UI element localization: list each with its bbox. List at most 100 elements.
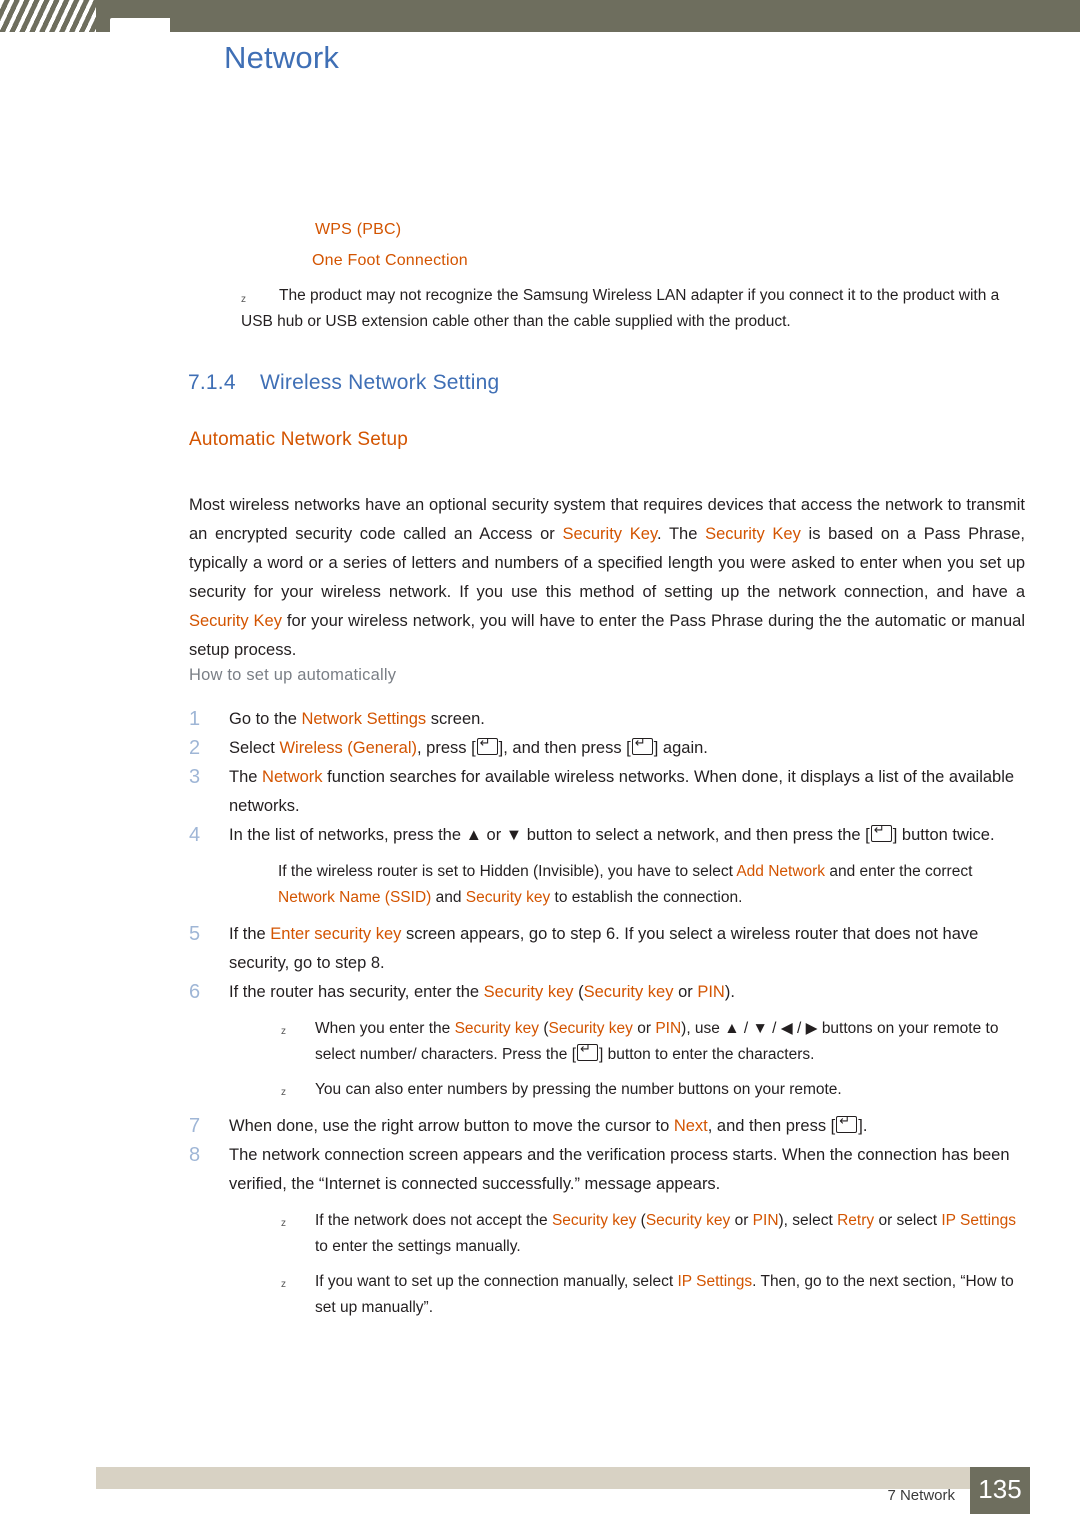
keyword-security-key-1: Security Key: [562, 524, 657, 543]
keyword-security-key-3: Security Key: [189, 611, 282, 630]
footer-page-number: 135: [978, 1474, 1022, 1504]
header-hatch-decoration: [0, 0, 96, 32]
section-heading: 7.1.4 Wireless Network Setting: [188, 371, 499, 395]
subnote-hidden-router-a: If the wireless router is set to Hidden …: [278, 863, 737, 880]
enter-key-icon: [870, 822, 892, 842]
subnote-network-reject: z If the network does not accept the Secu…: [189, 1208, 1029, 1260]
bullet-one-foot-connection: One Foot Connection: [312, 252, 468, 269]
keyword-ip-settings-2: IP Settings: [677, 1273, 753, 1290]
step-7-text-b: , and then press [: [707, 1117, 836, 1135]
bullet-wps-pbc: WPS (PBC): [315, 221, 402, 238]
step-2-text-d: ] again.: [653, 739, 708, 757]
keyword-security-key-n2: Security key: [548, 1020, 633, 1037]
note-usb-adapter: z The product may not recognize the Sams…: [241, 283, 1021, 335]
step-3-number: 3: [189, 766, 201, 788]
step-4: 4 In the list of networks, press the ▲ or…: [189, 821, 1029, 850]
enter-key-icon: [476, 735, 498, 755]
step-4-text-a: In the list of networks, press the ▲ or …: [229, 826, 870, 844]
footer-chapter-label: 7 Network: [887, 1487, 955, 1504]
subnote-6a-e: ] button to enter the characters.: [599, 1046, 815, 1063]
step-2: 2 Select Wireless (General), press [ ], an…: [189, 734, 1029, 763]
enter-key-icon: [631, 735, 653, 755]
subnote-6a-a: When you enter the: [315, 1020, 455, 1037]
step-7-text-a: When done, use the right arrow button to…: [229, 1117, 674, 1135]
keyword-security-key-ssid: Security key: [465, 889, 551, 906]
enter-key-icon: [836, 1113, 858, 1133]
keyword-add-network: Add Network: [736, 863, 826, 880]
keyword-wireless-general: Wireless (General): [279, 739, 417, 757]
step-6-text-d: ).: [724, 983, 735, 1001]
footer-rule: [96, 1467, 980, 1489]
subnote-8a-d: ), select: [778, 1212, 838, 1229]
note-usb-adapter-text: The product may not recognize the Samsun…: [241, 287, 1000, 330]
section-title: Wireless Network Setting: [260, 371, 500, 394]
keyword-pin-n1: PIN: [655, 1020, 682, 1037]
subnote-marker-icon: z: [281, 1279, 286, 1290]
step-7: 7 When done, use the right arrow button t…: [189, 1112, 1029, 1141]
step-6-text-c: or: [673, 983, 698, 1001]
step-5-number: 5: [189, 923, 201, 945]
intro-paragraph: Most wireless networks have an optional …: [189, 491, 1025, 665]
step-1-text-b: screen.: [426, 710, 485, 728]
keyword-security-key-6a: Security key: [483, 983, 574, 1001]
subnote-number-buttons: z You can also enter numbers by pressing …: [189, 1077, 1029, 1103]
keyword-next: Next: [673, 1117, 708, 1135]
subnote-hidden-router: If the wireless router is set to Hidden …: [189, 859, 1029, 911]
intro-part-2: . The: [656, 524, 706, 543]
subnote-8a-e: or select: [874, 1212, 942, 1229]
step-6-text-a: If the router has security, enter the: [229, 983, 484, 1001]
step-2-text-c: ], and then press [: [498, 739, 631, 757]
step-2-number: 2: [189, 737, 201, 759]
subnote-marker-icon: z: [281, 1218, 286, 1229]
keyword-security-key-n4: Security key: [645, 1212, 731, 1229]
section-number: 7.1.4: [188, 371, 236, 394]
step-3-text-a: The: [229, 768, 263, 786]
step-8-text: The network connection screen appears an…: [229, 1146, 1010, 1193]
keyword-security-key-2: Security Key: [705, 524, 801, 543]
keyword-enter-security-key: Enter security key: [270, 925, 402, 943]
subnote-8b-a: If you want to set up the connection man…: [315, 1273, 678, 1290]
subnote-hidden-router-b: and enter the correct: [825, 863, 973, 880]
keyword-security-key-n3: Security key: [551, 1212, 637, 1229]
subnote-8a-f: to enter the settings manually.: [315, 1238, 521, 1255]
page-title: Network: [224, 40, 340, 75]
step-4-text-b: ] button twice.: [892, 826, 995, 844]
step-1: 1 Go to the Network Settings screen.: [189, 705, 1029, 734]
step-3: 3 The Network function searches for avail…: [189, 763, 1029, 821]
step-5: 5 If the Enter security key screen appear…: [189, 920, 1029, 978]
step-7-text-c: ].: [858, 1117, 868, 1135]
step-4-number: 4: [189, 824, 201, 846]
subnote-marker-icon: z: [281, 1026, 286, 1037]
header-notch-decoration: [110, 18, 170, 32]
step-2-text-b: , press [: [416, 739, 476, 757]
step-1-text-a: Go to the: [229, 710, 302, 728]
step-7-number: 7: [189, 1115, 201, 1137]
keyword-network-settings: Network Settings: [301, 710, 427, 728]
enter-key-icon: [577, 1041, 599, 1061]
step-5-text-a: If the: [229, 925, 271, 943]
intro-part-4: for your wireless network, you will have…: [189, 611, 1025, 659]
subnote-hidden-router-d: to establish the connection.: [550, 889, 743, 906]
subnote-8a-c: or: [730, 1212, 753, 1229]
step-3-text-b: function searches for available wireless…: [229, 768, 1015, 815]
keyword-security-key-6b: Security key: [583, 983, 674, 1001]
keyword-pin-n2: PIN: [752, 1212, 779, 1229]
keyword-network: Network: [262, 768, 323, 786]
subnote-hidden-router-c: and: [431, 889, 466, 906]
note-marker-icon: z: [241, 294, 246, 305]
keyword-network-name-ssid: Network Name (SSID): [278, 889, 432, 906]
step-2-text-a: Select: [229, 739, 280, 757]
subnote-8a-b: (: [636, 1212, 646, 1229]
keyword-ip-settings-1: IP Settings: [941, 1212, 1017, 1229]
subsection-heading: Automatic Network Setup: [189, 429, 408, 450]
howto-heading: How to set up automatically: [189, 666, 397, 684]
step-6-number: 6: [189, 981, 201, 1003]
step-8-number: 8: [189, 1144, 201, 1166]
subnote-enter-security-key: z When you enter the Security key (Securi…: [189, 1016, 1029, 1068]
subnote-6b-text: You can also enter numbers by pressing t…: [315, 1081, 842, 1098]
step-6: 6 If the router has security, enter the S…: [189, 978, 1029, 1007]
step-1-number: 1: [189, 708, 201, 730]
subnote-8a-a: If the network does not accept the: [315, 1212, 552, 1229]
subnote-6a-c: or: [632, 1020, 656, 1037]
step-8: 8 The network connection screen appears a…: [189, 1141, 1029, 1199]
